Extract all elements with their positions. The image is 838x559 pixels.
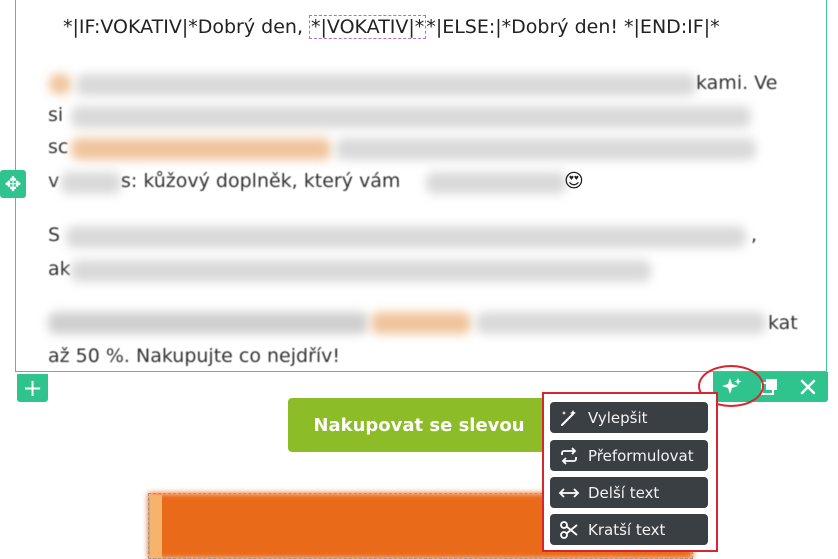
text-fragment: sc bbox=[48, 136, 69, 158]
blurred-emoji bbox=[49, 74, 71, 94]
menu-item-label: Přeformulovat bbox=[588, 446, 694, 465]
menu-item-label: Kratší text bbox=[588, 520, 666, 539]
merge-prefix: *|IF:VOKATIV|*Dobrý den, bbox=[63, 16, 310, 38]
text-fragment: kami. Ve bbox=[696, 72, 778, 94]
menu-item-improve[interactable]: Vylepšit bbox=[550, 402, 708, 433]
blurred-link bbox=[71, 138, 331, 160]
text-block-editor[interactable]: *|IF:VOKATIV|*Dobrý den, *|VOKATIV|* *|EL… bbox=[15, 0, 827, 372]
text-fragment: ak bbox=[48, 258, 71, 280]
blurred-text bbox=[66, 226, 746, 248]
text-fragment: v bbox=[48, 170, 60, 192]
menu-item-label: Vylepšit bbox=[588, 408, 648, 427]
blurred-text bbox=[48, 312, 368, 334]
move-handle[interactable]: ✥ bbox=[0, 170, 26, 198]
text-fragment: S bbox=[48, 224, 61, 246]
menu-item-rephrase[interactable]: Přeformulovat bbox=[550, 440, 708, 471]
blurred-text bbox=[476, 312, 766, 334]
magic-wand-icon bbox=[558, 408, 580, 428]
move-icon: ✥ bbox=[4, 172, 22, 196]
blurred-text bbox=[336, 138, 756, 160]
text-fragment: , bbox=[751, 224, 758, 246]
add-block-button[interactable]: + bbox=[17, 374, 48, 402]
blurred-text bbox=[71, 106, 751, 128]
text-fragment: si bbox=[48, 104, 64, 126]
menu-item-label: Delší text bbox=[588, 483, 660, 502]
blurred-text bbox=[426, 172, 566, 194]
repeat-icon bbox=[558, 446, 580, 466]
merge-tag-line: *|IF:VOKATIV|*Dobrý den, *|VOKATIV|* *|EL… bbox=[63, 15, 720, 39]
menu-item-shorter[interactable]: Kratší text bbox=[550, 514, 708, 545]
blurred-text bbox=[76, 74, 696, 96]
blurred-link bbox=[371, 312, 471, 334]
expand-arrows-icon bbox=[558, 486, 580, 500]
text-fragment: až 50 %. Nakupujte co nejdřív! bbox=[48, 345, 341, 367]
cta-button[interactable]: Nakupovat se slevou bbox=[288, 398, 550, 452]
blurred-text bbox=[71, 260, 651, 282]
text-fragment: kat bbox=[768, 312, 798, 334]
merge-tag[interactable]: *|VOKATIV|* bbox=[309, 15, 427, 39]
plus-icon: + bbox=[22, 374, 43, 402]
scissors-icon bbox=[558, 520, 580, 540]
emoji: 😍 bbox=[564, 170, 584, 192]
close-icon bbox=[800, 379, 816, 395]
menu-item-longer[interactable]: Delší text bbox=[550, 477, 708, 508]
merge-suffix: *|ELSE:|*Dobrý den! *|END:IF|* bbox=[426, 16, 720, 38]
text-fragment: s: kůžový doplněk, který vám bbox=[121, 170, 401, 192]
blurred-text bbox=[61, 172, 121, 194]
close-button[interactable] bbox=[789, 372, 827, 402]
